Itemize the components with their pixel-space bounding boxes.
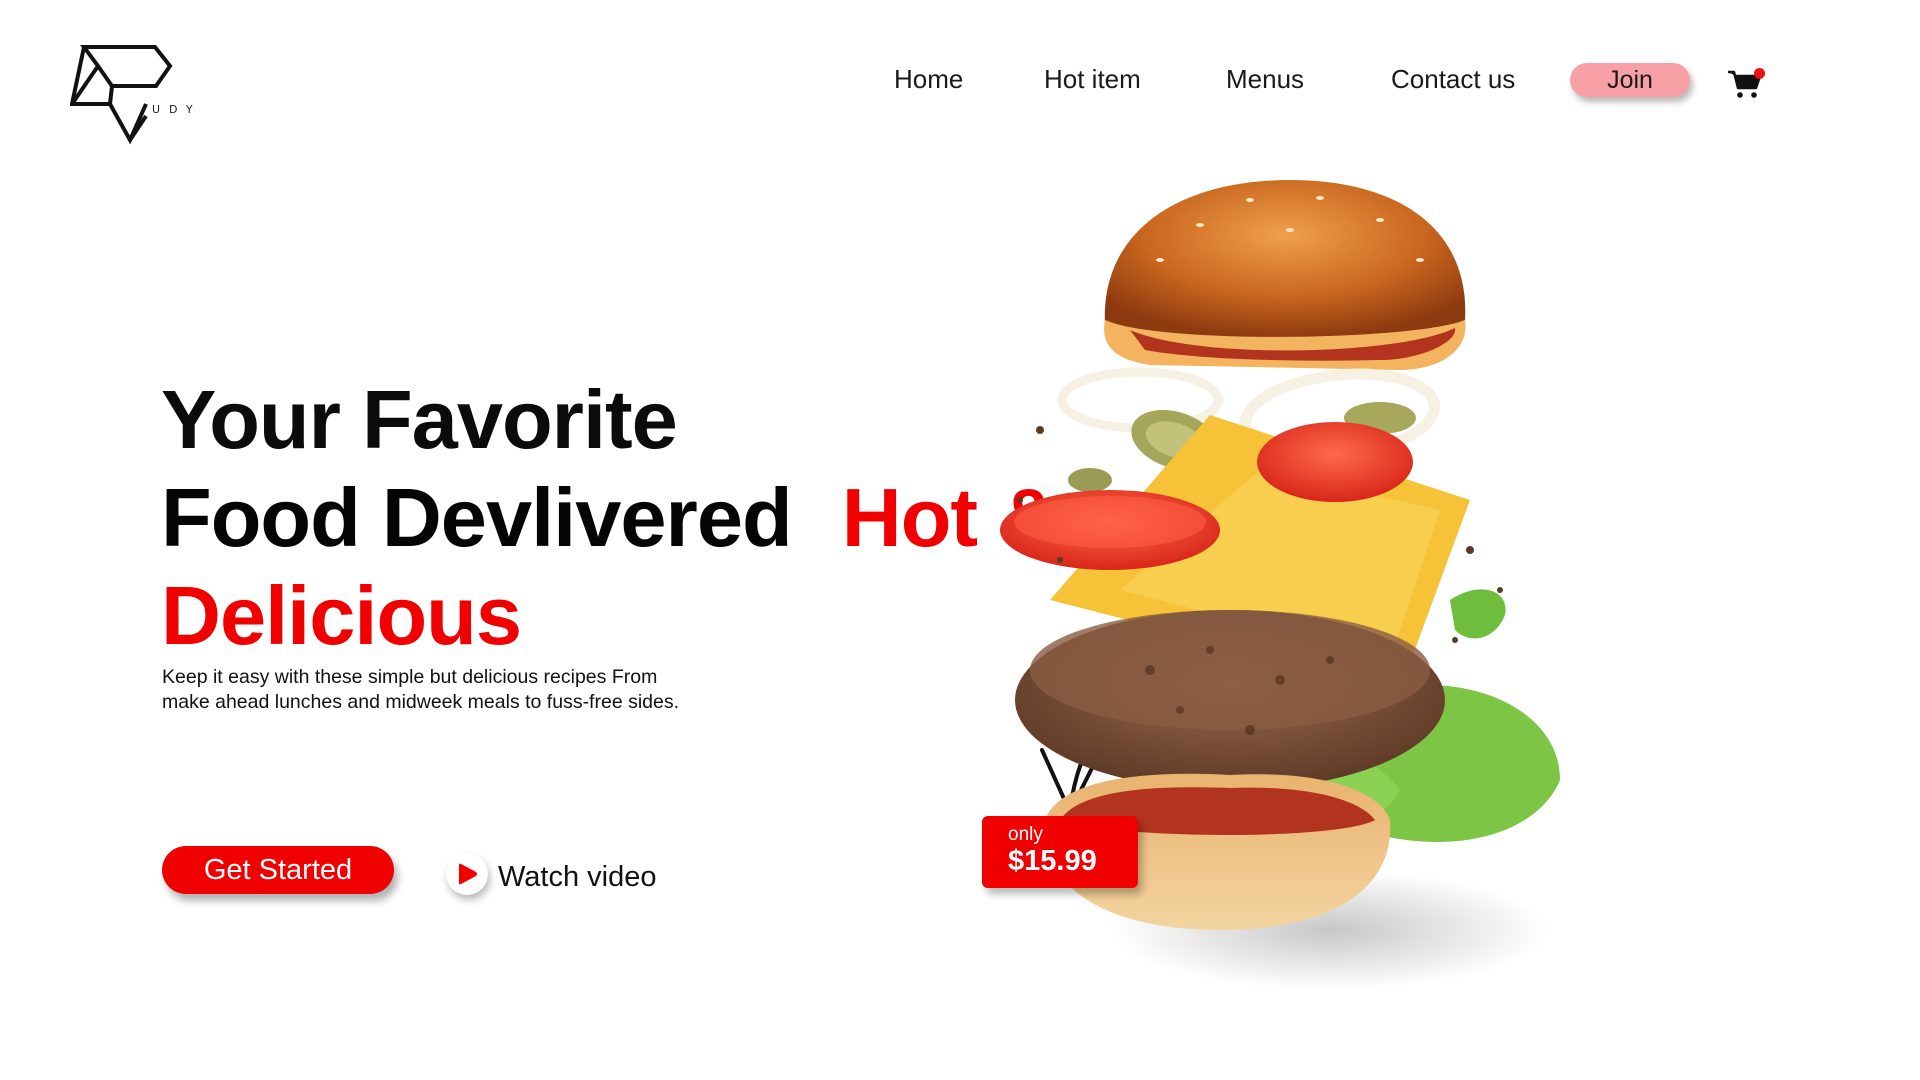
play-icon — [459, 863, 477, 885]
get-started-button[interactable]: Get Started — [162, 846, 394, 894]
watch-video-label: Watch video — [498, 860, 657, 893]
landing-page: UDY Home Hot item Menus Contact us Join … — [0, 0, 1920, 1080]
price-prefix: only — [1008, 824, 1043, 845]
nav-contact-us[interactable]: Contact us — [1391, 64, 1515, 95]
hero-title-line-2: Food Devlivered Hot & — [161, 476, 1059, 559]
hero-title-black: Food Devlivered — [161, 471, 793, 564]
join-button[interactable]: Join — [1570, 63, 1690, 97]
nav-home[interactable]: Home — [894, 64, 963, 95]
watch-video-button[interactable]: Watch video — [446, 850, 657, 898]
nav-hot-item[interactable]: Hot item — [1044, 64, 1141, 95]
logo-text: UDY — [152, 103, 202, 116]
burger-image — [1000, 180, 1560, 990]
price-tag[interactable]: only $15.99 — [982, 816, 1138, 888]
price-value: $15.99 — [1008, 845, 1097, 877]
cart-button[interactable] — [1726, 66, 1766, 100]
cart-badge — [1754, 68, 1765, 79]
hero-title-line-3: Delicious — [161, 569, 522, 662]
top-nav: Home Hot item Menus Contact us Join — [0, 60, 1920, 100]
hero-title-line-1: Your Favorite — [161, 373, 678, 466]
hero-description: Keep it easy with these simple but delic… — [162, 666, 680, 713]
nav-menus[interactable]: Menus — [1226, 64, 1304, 95]
play-button[interactable] — [446, 853, 488, 895]
